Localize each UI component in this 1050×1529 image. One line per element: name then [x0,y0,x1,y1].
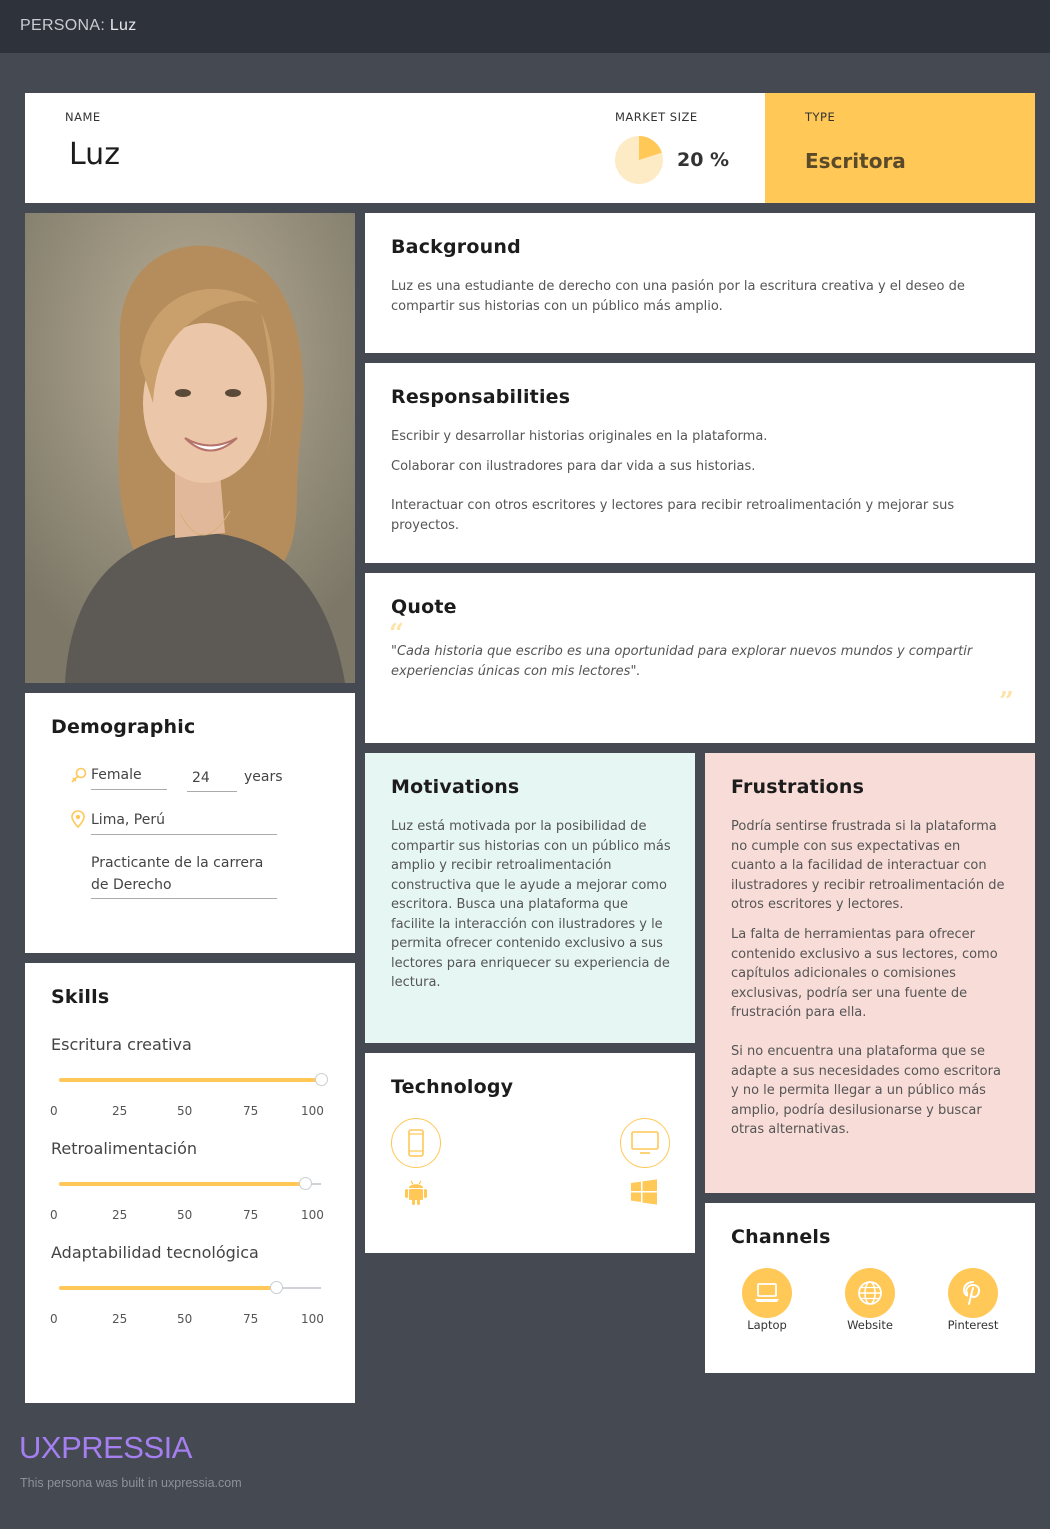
demographic-title: Demographic [51,716,196,738]
skill-slider-thumb[interactable] [270,1281,284,1294]
skill-slider-fill [59,1078,321,1082]
age-field[interactable]: 24 [187,767,237,792]
skill-slider[interactable] [59,1073,328,1086]
location-field[interactable]: Lima, Perú [91,809,277,835]
quote-title: Quote [391,596,457,618]
motivations-title: Motivations [391,776,520,798]
age-unit: years [244,769,283,785]
desktop-icon [620,1118,670,1168]
location-pin-icon [71,810,85,828]
channels-card: Channels Laptop Website Pinterest [705,1203,1035,1373]
channels-title: Channels [731,1226,831,1248]
gender-field[interactable]: Female [91,764,167,790]
responsability-item: Interactuar con otros escritores y lecto… [391,498,955,533]
skill-tick-label: 0 [50,1208,58,1222]
occupation-value: Practicante de la carrera de Derecho [91,855,264,893]
occupation-field[interactable]: Practicante de la carrera de Derecho [91,852,277,899]
skill-tick-label: 50 [177,1208,193,1222]
responsabilities-title: Responsabilities [391,386,571,408]
technology-card: Technology [365,1053,695,1253]
header-card: NAME Luz MARKET SIZE 20 % [25,93,765,203]
type-card: TYPE Escritora [765,93,1035,203]
responsability-item: Colaborar con ilustradores para dar vida… [391,459,756,474]
responsability-item: Escribir y desarrollar historias origina… [391,429,768,444]
skill-tick-label: 100 [301,1312,324,1326]
skill-tick-label: 100 [301,1208,324,1222]
skill-tick-label: 0 [50,1104,58,1118]
market-size-value: 20 % [677,149,730,171]
skill-slider-thumb[interactable] [315,1073,328,1086]
skill-tick-label: 100 [301,1104,324,1118]
skill-tick-label: 75 [243,1104,259,1118]
topbar-prefix: PERSONA: [20,17,106,34]
topbar-persona-name: Luz [109,17,137,34]
skill-tick-label: 75 [243,1312,259,1326]
windows-icon [631,1179,657,1205]
laptop-icon[interactable] [742,1268,792,1318]
skill-slider[interactable] [59,1281,321,1294]
frustrations-card: Frustrations Podría sentirse frustrada s… [705,753,1035,1193]
frustration-item: Si no encuentra una plataforma que se ad… [731,1044,1001,1137]
skill-slider-thumb[interactable] [299,1177,313,1190]
brand-logo[interactable]: UXPRESSIA [19,1430,192,1466]
market-size-label: MARKET SIZE [615,110,698,124]
top-bar: PERSONA: Luz [0,0,1050,53]
technology-title: Technology [391,1076,514,1098]
skill-slider-fill [59,1286,277,1290]
skill-label: Retroalimentación [51,1139,198,1158]
close-quote-icon: ” [999,687,1014,717]
android-icon [405,1180,427,1205]
footer-note[interactable]: This persona was built in uxpressia.com [20,1476,242,1490]
responsabilities-card: Responsabilities Escribir y desarrollar … [365,363,1035,563]
skill-slider-fill [59,1182,306,1186]
skill-tick-label: 50 [177,1104,193,1118]
skill-slider[interactable] [59,1177,321,1190]
motivations-text: Luz está motivada por la posibilidad de … [391,819,671,990]
demographic-card: Demographic Female 24 years Lima, Perú P… [25,693,355,953]
type-label: TYPE [805,110,836,124]
age-value: 24 [192,770,210,786]
channel-label: Website [847,1318,893,1332]
background-card: Background Luz es una estudiante de dere… [365,213,1035,353]
gender-value: Female [91,767,142,783]
skill-tick-label: 50 [177,1312,193,1326]
persona-name[interactable]: Luz [69,137,120,172]
skill-tick-label: 0 [50,1312,58,1326]
globe-icon[interactable] [845,1268,895,1318]
pinterest-icon[interactable] [948,1268,998,1318]
skill-label: Escritura creativa [51,1035,192,1054]
location-value: Lima, Perú [91,812,165,828]
frustrations-title: Frustrations [731,776,865,798]
skills-title: Skills [51,986,110,1008]
quote-text: "Cada historia que escribo es una oportu… [391,644,973,679]
motivations-card: Motivations Luz está motivada por la pos… [365,753,695,1043]
channel-label: Laptop [747,1318,787,1332]
name-label: NAME [65,110,101,124]
skill-label: Adaptabilidad tecnológica [51,1243,259,1262]
background-title: Background [391,236,521,258]
persona-type[interactable]: Escritora [805,149,906,173]
frustration-item: Podría sentirse frustrada si la platafor… [731,819,1005,912]
skill-tick-label: 25 [112,1104,128,1118]
skills-card: Skills Escritura creativa 0 25 50 75 100 Retro… [25,963,355,1403]
market-size-pie-icon [615,136,663,184]
channel-label: Pinterest [947,1318,999,1332]
background-text: Luz es una estudiante de derecho con una… [391,279,965,314]
skill-tick-label: 75 [243,1208,259,1222]
frustration-item: La falta de herramientas para ofrecer co… [731,927,998,1020]
gender-icon [71,767,87,783]
skill-tick-label: 25 [112,1208,128,1222]
smartphone-icon [391,1118,441,1168]
portrait-illustration [25,213,355,683]
skill-tick-label: 25 [112,1312,128,1326]
persona-photo [25,213,355,683]
quote-card: Quote “ "Cada historia que escribo es un… [365,573,1035,743]
